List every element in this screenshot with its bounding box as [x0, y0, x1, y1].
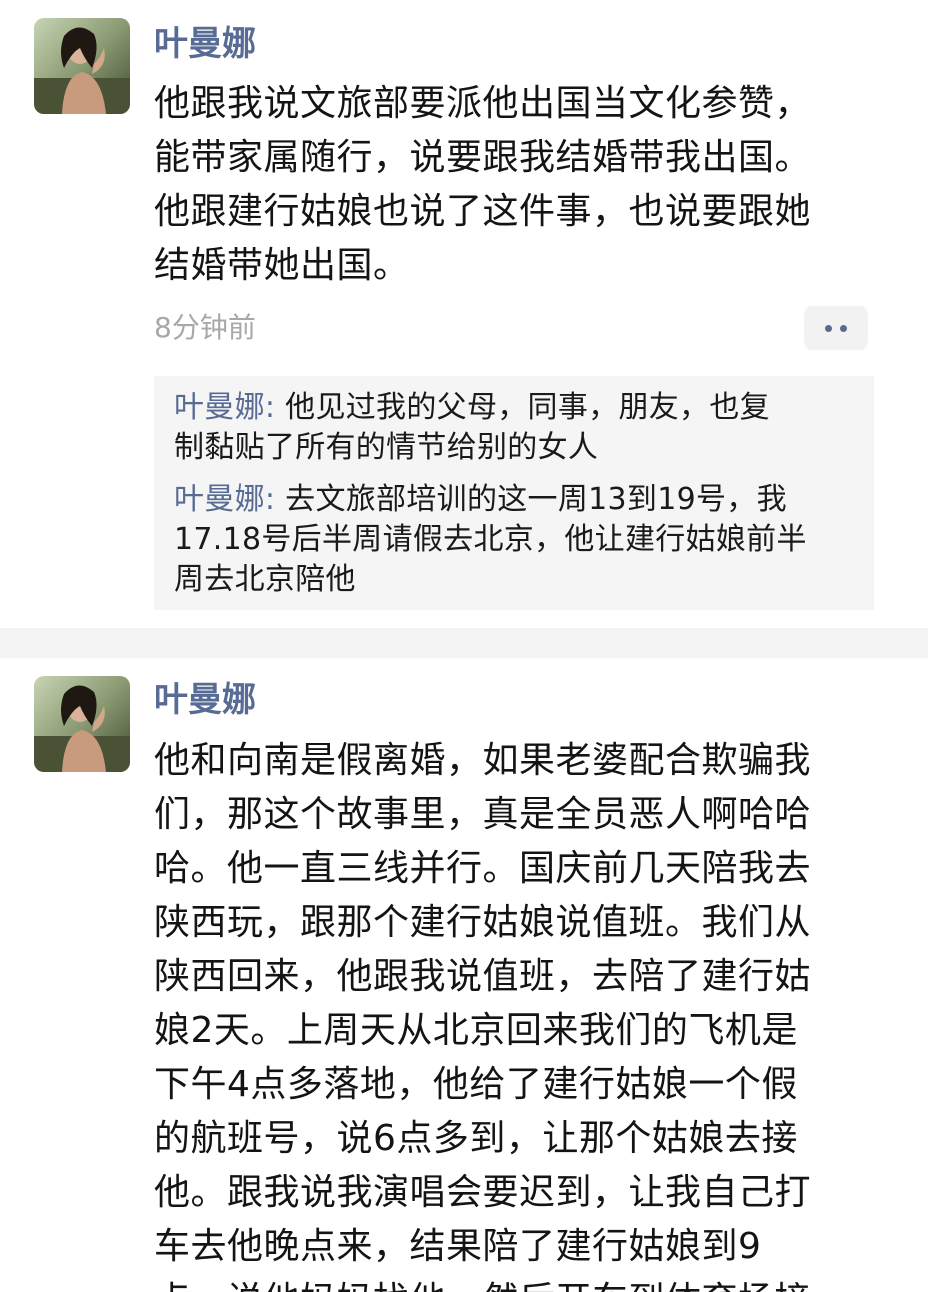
moment-post-2: 叶曼娜 他和向南是假离婚，如果老婆配合欺骗我 们，那这个故事里，真是全员恶人啊哈… [0, 658, 928, 1292]
comment-line: 叶曼娜: 他见过我的父母，同事，朋友，也复 [174, 388, 874, 428]
post-text-line: 陕西回来，他跟我说值班，去陪了建行姑 [154, 956, 812, 997]
more-actions-button[interactable] [804, 306, 868, 350]
post-text-line: 的航班号，说6点多到，让那个姑娘去接 [154, 1118, 798, 1159]
avatar-photo-icon [34, 676, 130, 772]
comment-author[interactable]: 叶曼娜 [174, 390, 265, 425]
post-text-line: 结婚带她出国。 [154, 245, 410, 286]
comment-separator: : [264, 390, 286, 425]
comment-line: 制黏贴了所有的情节给别的女人 [174, 430, 599, 465]
comment-line: 周去北京陪他 [174, 562, 356, 597]
comment-line: 叶曼娜: 去文旅部培训的这一周13到19号，我 [174, 480, 874, 520]
post-text-line: 娘2天。上周天从北京回来我们的飞机是 [154, 1010, 798, 1051]
post-text-line: 他。跟我说我演唱会要迟到，让我自己打 [154, 1172, 812, 1213]
post-timestamp: 8分钟前 [154, 311, 256, 344]
more-dots-icon [825, 324, 832, 332]
more-dots-icon [840, 324, 847, 332]
post-text-line: 能带家属随行，说要跟我结婚带我出国。 [154, 137, 812, 178]
post-text: 他跟我说文旅部要派他出国当文化参赞， 能带家属随行，说要跟我结婚带我出国。 他跟… [154, 77, 874, 293]
post-text: 他和向南是假离婚，如果老婆配合欺骗我 们，那这个故事里，真是全员恶人啊哈哈 哈。… [154, 734, 874, 1292]
moment-post-1: 叶曼娜 他跟我说文旅部要派他出国当文化参赞， 能带家属随行，说要跟我结婚带我出国… [0, 0, 928, 628]
comment[interactable]: 叶曼娜: 他见过我的父母，同事，朋友，也复 制黏贴了所有的情节给别的女人 [174, 388, 874, 468]
comment-line: 17.18号后半周请假去北京，他让建行姑娘前半 [174, 522, 807, 557]
post-text-line: 下午4点多落地，他给了建行姑娘一个假 [154, 1064, 798, 1105]
post-text-line: 们，那这个故事里，真是全员恶人啊哈哈 [154, 794, 812, 835]
user-avatar[interactable] [34, 18, 130, 114]
post-divider [0, 628, 928, 658]
post-meta-row: 8分钟前 [154, 306, 874, 350]
comment-author[interactable]: 叶曼娜 [174, 482, 265, 517]
username[interactable]: 叶曼娜 [154, 678, 256, 722]
post-text-line: 车去他晚点来，结果陪了建行姑娘到9 [154, 1226, 762, 1267]
avatar-photo-icon [34, 18, 130, 114]
post-text-line: 他和向南是假离婚，如果老婆配合欺骗我 [154, 740, 812, 781]
post-text-line: 点，说他妈妈找他，然后开车到体育场接 [154, 1274, 874, 1292]
post-text-line: 哈。他一直三线并行。国庆前几天陪我去 [154, 848, 812, 889]
post-text-line: 陕西玩，跟那个建行姑娘说值班。我们从 [154, 902, 812, 943]
comment-separator: : [264, 482, 286, 517]
comments-section: 叶曼娜: 他见过我的父母，同事，朋友，也复 制黏贴了所有的情节给别的女人 叶曼娜… [154, 376, 874, 610]
comment-text: 他见过我的父母，同事，朋友，也复 [285, 390, 770, 425]
user-avatar[interactable] [34, 676, 130, 772]
post-text-line: 他跟我说文旅部要派他出国当文化参赞， [154, 83, 812, 124]
comment-text: 去文旅部培训的这一周13到19号，我 [285, 482, 787, 517]
comment[interactable]: 叶曼娜: 去文旅部培训的这一周13到19号，我 17.18号后半周请假去北京，他… [174, 480, 874, 600]
username[interactable]: 叶曼娜 [154, 22, 256, 66]
post-text-line: 他跟建行姑娘也说了这件事，也说要跟她 [154, 191, 812, 232]
